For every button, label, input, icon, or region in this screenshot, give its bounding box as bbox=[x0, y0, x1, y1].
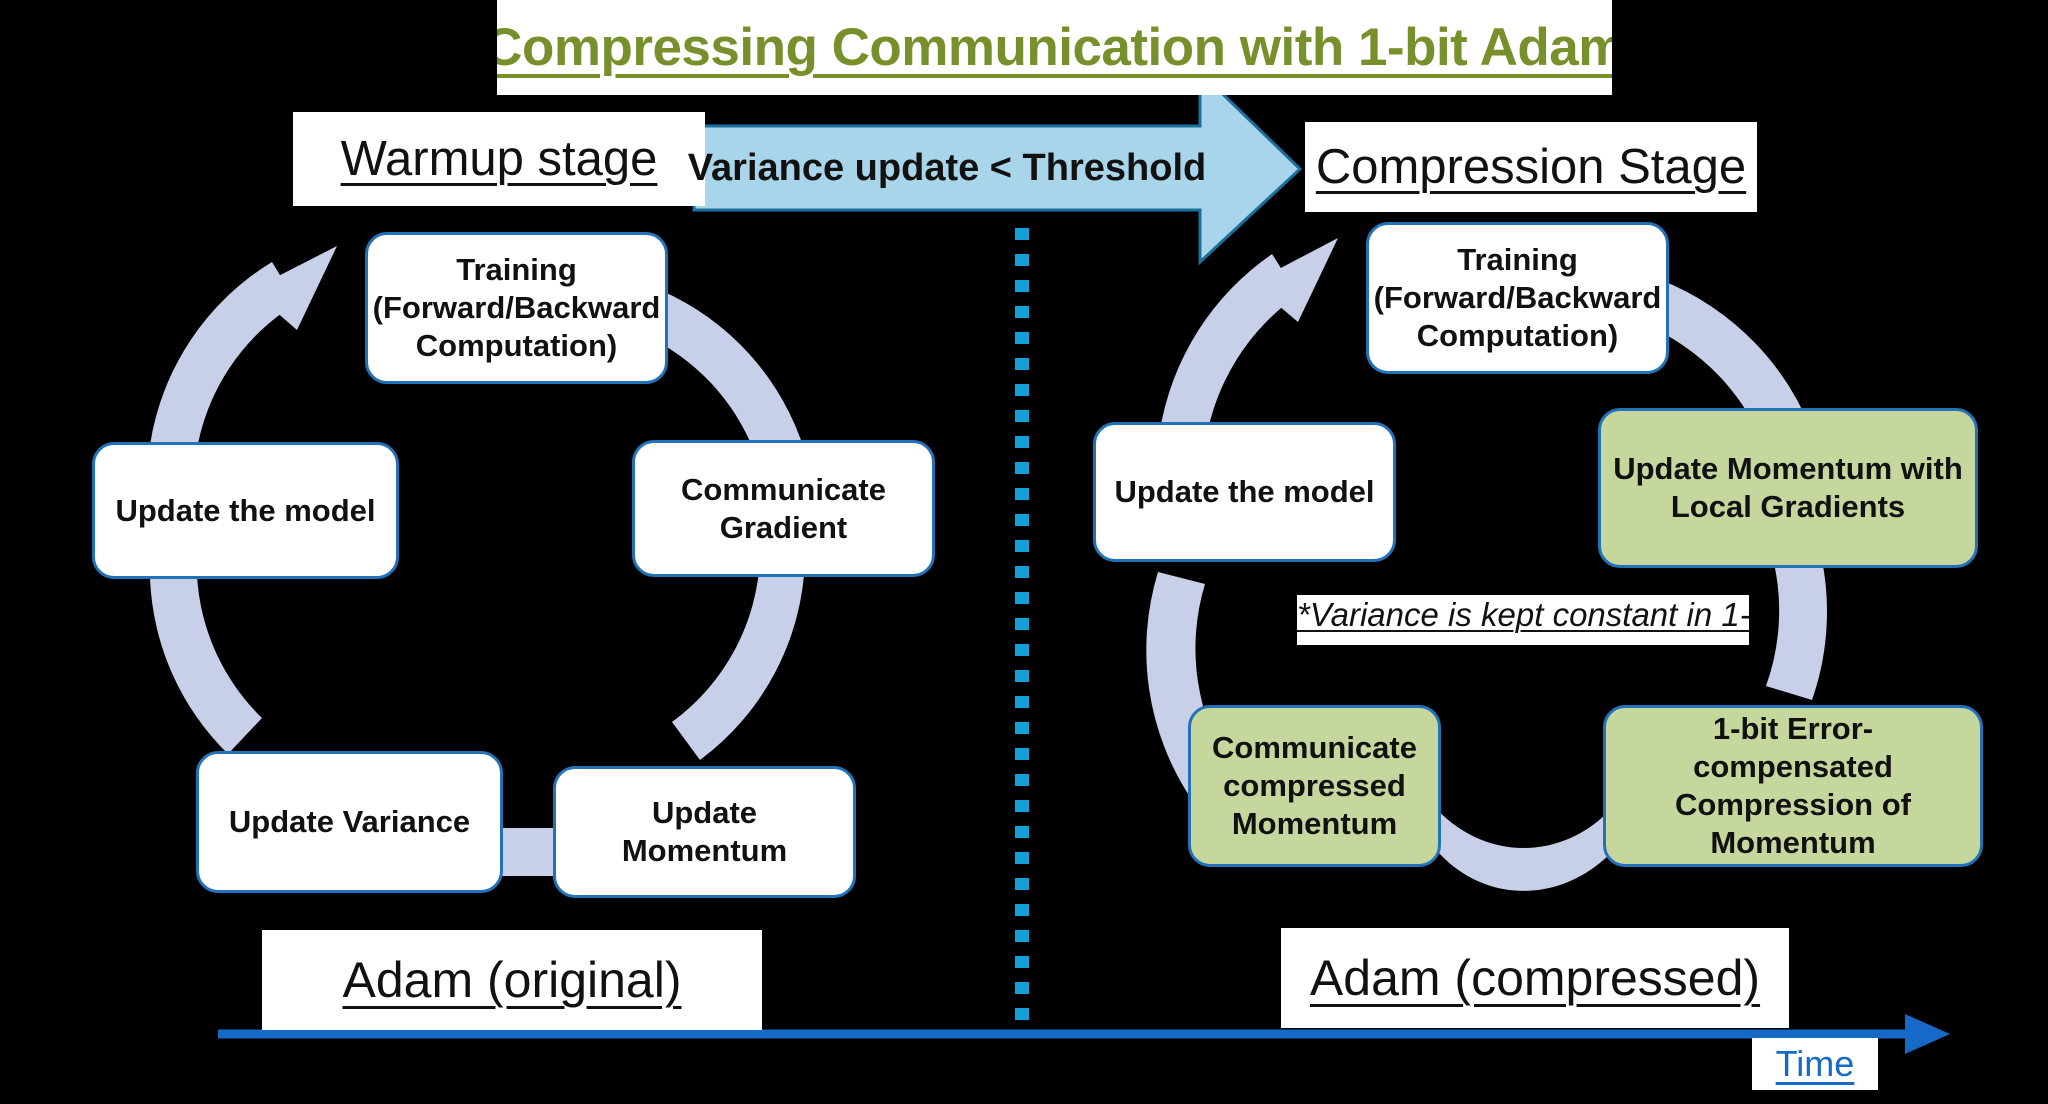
right-arc-momentum-to-compression bbox=[1766, 560, 1828, 700]
timeline-label: Time bbox=[1752, 1038, 1878, 1090]
node-right-update-the-model-label: Update the model bbox=[1114, 474, 1375, 510]
node-left-training[interactable]: Training (Forward/Backward Computation) bbox=[365, 232, 668, 384]
adam-compressed-caption-text: Adam (compressed) bbox=[1309, 950, 1761, 1006]
right-arc-update-to-train bbox=[1160, 238, 1338, 440]
warmup-stage-label: Warmup stage bbox=[293, 112, 705, 206]
node-right-update-the-model[interactable]: Update the model bbox=[1093, 422, 1396, 562]
left-arc-update-to-train bbox=[150, 246, 337, 455]
node-left-communicate-gradient-label: Communicate Gradient bbox=[681, 471, 886, 545]
node-right-communicate-compressed-momentum-label: Communicate compressed Momentum bbox=[1212, 730, 1417, 841]
node-left-update-momentum[interactable]: Update Momentum bbox=[553, 766, 856, 898]
node-right-communicate-compressed-momentum[interactable]: Communicate compressed Momentum bbox=[1188, 705, 1441, 867]
adam-original-caption: Adam (original) bbox=[262, 930, 762, 1030]
slide-title-text: Compressing Communication with 1-bit Ada… bbox=[497, 18, 1612, 77]
timeline-label-text: Time bbox=[1775, 1043, 1855, 1084]
slide-canvas: .cyc { fill: #C7D0E8; } bbox=[0, 0, 2048, 1104]
compression-stage-label-text: Compression Stage bbox=[1315, 140, 1747, 194]
node-left-communicate-gradient[interactable]: Communicate Gradient bbox=[632, 440, 935, 577]
node-right-error-compensated-compression-label: 1-bit Error-compensated Compression of Mom… bbox=[1675, 711, 1911, 860]
adam-compressed-caption: Adam (compressed) bbox=[1281, 928, 1789, 1028]
slide-title: Compressing Communication with 1-bit Ada… bbox=[497, 0, 1612, 95]
left-arc-variance-to-update bbox=[150, 575, 262, 754]
warmup-stage-label-text: Warmup stage bbox=[340, 132, 658, 186]
node-right-update-momentum-local-gradients-label: Update Momentum with Local Gradients bbox=[1613, 451, 1963, 524]
transition-arrow-label: Variance update < Threshold bbox=[688, 126, 1206, 210]
left-arc-comm-to-momentum bbox=[672, 557, 805, 760]
node-left-update-variance-label: Update Variance bbox=[228, 804, 471, 840]
variance-note: *Variance is kept constant in 1-bit Adam bbox=[1297, 595, 1749, 645]
node-left-update-momentum-label: Update Momentum bbox=[621, 795, 788, 868]
node-right-training[interactable]: Training (Forward/Backward Computation) bbox=[1366, 222, 1669, 374]
adam-original-caption-text: Adam (original) bbox=[342, 952, 682, 1008]
transition-arrow-label-text: Variance update < Threshold bbox=[687, 146, 1207, 189]
node-right-error-compensated-compression[interactable]: 1-bit Error-compensated Compression of Mom… bbox=[1603, 705, 1983, 867]
node-right-update-momentum-local-gradients[interactable]: Update Momentum with Local Gradients bbox=[1598, 408, 1978, 568]
left-arc-momentum-to-variance bbox=[498, 828, 560, 876]
node-left-update-the-model[interactable]: Update the model bbox=[92, 442, 399, 579]
compression-stage-label: Compression Stage bbox=[1305, 122, 1757, 212]
variance-note-text: *Variance is kept constant in 1-bit Adam bbox=[1297, 596, 1749, 633]
right-arc-compression-to-communicate bbox=[1432, 804, 1612, 891]
node-left-update-the-model-label: Update the model bbox=[115, 492, 376, 528]
node-right-training-label: Training (Forward/Backward Computation) bbox=[1373, 242, 1662, 353]
node-left-training-label: Training (Forward/Backward Computation) bbox=[372, 252, 661, 363]
node-left-update-variance[interactable]: Update Variance bbox=[196, 751, 503, 893]
